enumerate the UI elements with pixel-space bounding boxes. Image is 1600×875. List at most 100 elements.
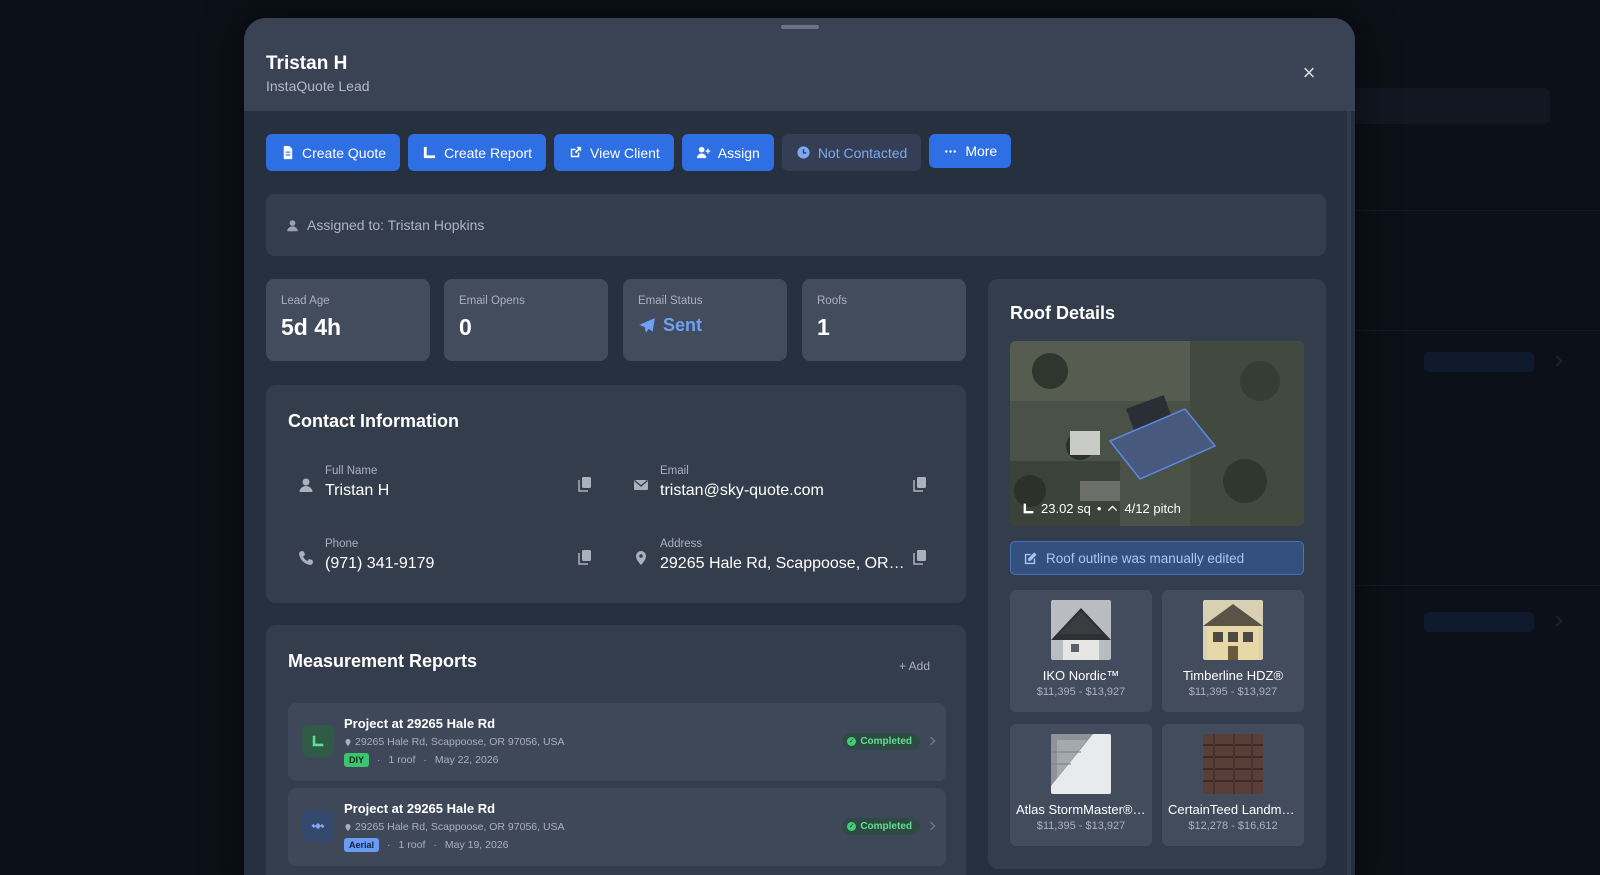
create-report-button[interactable]: Create Report [408,134,546,171]
more-button[interactable]: More [929,134,1012,168]
address-field: Address 29265 Hale Rd, Scappoose, OR 970… [623,538,933,578]
stat-label: Email Status [638,295,703,307]
mail-icon [634,480,648,490]
field-value: tristan@sky-quote.com [660,482,824,499]
meta-separator: · [423,754,427,766]
reports-title: Measurement Reports [288,651,478,671]
product-image [1051,600,1111,660]
close-icon[interactable]: × [1299,62,1319,84]
contact-status-button[interactable]: Not Contacted [781,134,922,171]
report-title: Project at 29265 Hale Rd [344,801,496,816]
field-value: 29265 Hale Rd, Scappoose, OR 97056, USA [660,555,905,572]
copy-icon[interactable] [578,476,592,492]
assign-button[interactable]: Assign [681,134,774,171]
user-icon [299,478,313,492]
roof-pitch: 4/12 pitch [1124,501,1181,516]
outline-edited-note: Roof outline was manually edited [1010,541,1304,575]
reports-panel: Measurement Reports + Add Project at 292… [266,625,966,875]
report-type-tag: Aerial [344,838,380,852]
roof-panel: Roof Details 23.02 sq • 4/12 pitch Roof … [988,279,1326,869]
bg-divider [1340,585,1600,586]
product-image [1203,600,1263,660]
field-label: Full Name [325,465,378,477]
report-address-text: 29265 Hale Rd, Scappoose, OR 97056, USA [355,821,565,833]
bg-status-badge [1424,612,1534,632]
report-meta: DIY · 1 roof · May 22, 2026 [344,753,499,767]
paper-plane-icon [639,317,655,333]
view-client-label: View Client [590,144,660,161]
meta-separator: · [433,839,437,851]
stat-lead-age: Lead Age 5d 4h [266,279,430,361]
add-report-button[interactable]: + Add [899,659,930,673]
stat-value: Sent [638,315,772,336]
status-text: Completed [860,736,912,747]
report-type-tag: DIY [344,753,370,767]
stat-email-opens: Email Opens 0 [444,279,608,361]
bg-chevron-icon [1551,615,1563,627]
copy-icon[interactable] [578,549,592,565]
product-card[interactable]: CertainTeed Landmark $12,278 - $16,612 [1162,724,1304,846]
product-price: $11,395 - $13,927 [1036,820,1126,832]
field-label: Email [660,465,689,477]
create-report-label: Create Report [444,144,532,161]
phone-field: Phone (971) 341-9179 [288,538,598,578]
roof-area: 23.02 sq [1041,501,1091,516]
phone-icon [299,551,313,565]
stat-value: 0 [459,314,472,340]
create-quote-button[interactable]: Create Quote [266,134,401,171]
chevron-right-icon [926,821,936,831]
product-card[interactable]: Atlas StormMaster® Slate $11,395 - $13,9… [1010,724,1152,846]
stat-value: 5d 4h [281,314,342,340]
user-plus-icon [696,146,711,159]
report-address: 29265 Hale Rd, Scappoose, OR 97056, USA [344,736,565,748]
roof-aerial-image[interactable]: 23.02 sq • 4/12 pitch [1010,341,1304,526]
check-icon: ✓ [847,737,857,746]
product-price: $11,395 - $13,927 [1036,686,1126,698]
report-row[interactable]: Project at 29265 Hale Rd 29265 Hale Rd, … [288,788,946,866]
ruler-icon [423,146,436,159]
product-price: $11,395 - $13,927 [1188,686,1278,698]
ruler-icon [302,725,334,757]
satellite-icon [302,810,334,842]
copy-icon[interactable] [913,549,927,565]
more-label: More [965,143,998,159]
lead-source: InstaQuote Lead [266,78,370,94]
assign-label: Assign [717,144,760,161]
field-label: Phone [325,538,359,550]
field-value: (971) 341-9179 [325,555,435,572]
email-status-value: Sent [663,315,703,335]
bg-divider [1340,210,1600,211]
product-card[interactable]: IKO Nordic™ $11,395 - $13,927 [1010,590,1152,712]
product-card[interactable]: Timberline HDZ® $11,395 - $13,927 [1162,590,1304,712]
report-meta: Aerial · 1 roof · May 19, 2026 [344,838,509,852]
lead-name: Tristan H [266,53,348,74]
check-icon: ✓ [847,822,857,831]
email-field: Email tristan@sky-quote.com [623,465,933,505]
status-text: Completed [860,821,912,832]
clock-icon [797,146,810,159]
product-price: $12,278 - $16,612 [1188,820,1278,832]
roof-title: Roof Details [1010,303,1116,323]
report-roof-count: 1 roof [398,839,426,851]
field-value: Tristan H [325,482,390,499]
bg-divider [1340,330,1600,331]
edit-icon [1024,551,1037,564]
drag-handle[interactable] [781,25,819,29]
external-link-icon [570,146,582,158]
stat-value: 1 [817,314,830,340]
stat-email-status: Email Status Sent [623,279,787,361]
status-badge: ✓ Completed [842,733,920,750]
scrollbar[interactable] [1347,111,1351,875]
pitch-chevron-icon [1108,505,1118,512]
aerial-photo [1010,341,1304,526]
report-row[interactable]: Project at 29265 Hale Rd 29265 Hale Rd, … [288,703,946,781]
edit-note-text: Roof outline was manually edited [1046,550,1245,566]
stat-label: Lead Age [281,295,330,307]
bg-status-badge [1424,352,1534,372]
product-name: Atlas StormMaster® Slate [1016,802,1152,817]
product-name: Timberline HDZ® [1182,668,1284,683]
view-client-button[interactable]: View Client [554,134,674,171]
stat-label: Roofs [817,295,848,307]
copy-icon[interactable] [913,476,927,492]
product-name: CertainTeed Landmark [1168,802,1300,817]
